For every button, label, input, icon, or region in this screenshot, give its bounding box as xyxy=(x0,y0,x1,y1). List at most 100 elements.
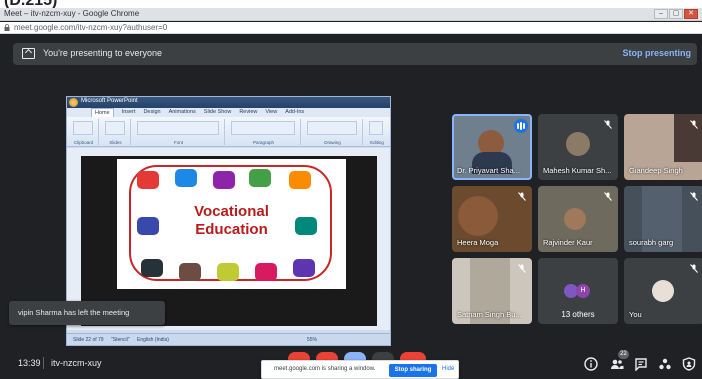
paste-icon xyxy=(73,121,93,135)
top-fragment: (D.215) xyxy=(0,0,702,9)
avatar xyxy=(566,132,590,156)
divider xyxy=(43,357,44,369)
participant-tile[interactable]: Satnam Singh Bu... xyxy=(452,258,532,324)
meet-stage: You're presenting to everyone Stop prese… xyxy=(0,34,702,379)
editing-icon xyxy=(369,121,383,135)
info-icon[interactable] xyxy=(584,357,598,371)
participant-tile[interactable]: Giandeep Singh xyxy=(624,114,702,180)
speaking-indicator-icon xyxy=(514,119,528,133)
ribbon-group-label: Font xyxy=(173,140,183,145)
new-slide-icon xyxy=(105,121,125,135)
avatar xyxy=(652,280,674,302)
tools-clipart-icon xyxy=(289,171,311,189)
video-feed xyxy=(564,208,586,230)
powerpoint-app-title: Microsoft PowerPoint xyxy=(81,98,138,104)
powerpoint-statusbar: Slide 22 of 79 "Stencil" English (India)… xyxy=(67,333,390,345)
film-clipart-icon xyxy=(217,263,239,281)
ribbon-group-label: Drawing xyxy=(324,140,341,145)
window-controls: – ▢ ✕ xyxy=(654,9,698,19)
close-window-button[interactable]: ✕ xyxy=(684,9,698,19)
ribbon-tab-home: Home xyxy=(91,108,114,117)
slide-counter: Slide 22 of 79 xyxy=(73,337,104,343)
printer-clipart-icon xyxy=(179,263,201,281)
ribbon-group-label: Editing xyxy=(370,140,384,145)
lock-icon xyxy=(4,24,10,31)
participant-tile-self[interactable]: You xyxy=(624,258,702,324)
drill-clipart-icon xyxy=(293,259,315,277)
stop-presenting-button[interactable]: Stop presenting xyxy=(622,48,691,58)
ribbon-group-label: Clipboard xyxy=(73,140,94,145)
ribbon-tab-insert: Insert xyxy=(121,109,136,115)
ribbon-tab-animations: Animations xyxy=(168,109,196,115)
office-button-icon xyxy=(69,98,78,107)
participant-tile[interactable]: Mahesh Kumar Sh... xyxy=(538,114,618,180)
meeting-code: itv-nzcm-xuy xyxy=(51,358,102,368)
bottom-bar: 13:39 itv-nzcm-xuy meet.google.com is sh… xyxy=(0,349,702,379)
participant-name: You xyxy=(629,310,642,319)
mic-off-icon xyxy=(518,264,526,273)
chat-icon[interactable] xyxy=(634,357,648,371)
ribbon-tabs: Home Insert Design Animations Slide Show… xyxy=(67,108,390,117)
url-text[interactable]: meet.google.com/itv-nzcm-xuy?authuser=0 xyxy=(14,23,167,32)
participant-tile[interactable]: Heera Moga xyxy=(452,186,532,252)
participants-count-badge: 22 xyxy=(618,350,629,359)
participant-name: Mahesh Kumar Sh... xyxy=(543,166,612,175)
theme-name: "Stencil" xyxy=(111,337,130,343)
shapes-icon xyxy=(307,121,357,135)
stop-sharing-button[interactable]: Stop sharing xyxy=(389,364,437,377)
mic-off-icon xyxy=(690,192,698,201)
participant-tile[interactable]: sourabh garg xyxy=(624,186,702,252)
participant-name: Dr. Priyavart Sha... xyxy=(457,166,520,175)
ribbon-group-label: Slides xyxy=(109,140,122,145)
left-meeting-toast: vipin Sharma has left the meeting xyxy=(9,301,165,325)
ribbon-group-slides: Slides xyxy=(101,119,131,145)
ribbon-toolbar: Clipboard Slides Font Paragraph Drawing xyxy=(67,117,390,147)
people-icon[interactable] xyxy=(610,357,624,371)
ribbon-group-clipboard: Clipboard xyxy=(69,119,99,145)
sharing-message: meet.google.com is sharing a window. xyxy=(274,366,376,372)
presenting-message: You're presenting to everyone xyxy=(43,48,162,58)
participant-name: Rajvinder Kaur xyxy=(543,238,593,247)
participant-name: Giandeep Singh xyxy=(629,166,683,175)
participant-tile[interactable]: Dr. Priyavart Sha... xyxy=(452,114,532,180)
mic-off-icon xyxy=(518,192,526,201)
screen: (D.215) Meet – itv-nzcm-xuy - Google Chr… xyxy=(0,0,702,379)
people-clipart-icon xyxy=(213,171,235,189)
activities-icon[interactable] xyxy=(658,357,672,371)
present-screen-icon xyxy=(22,48,35,59)
slide-title-line2: Education xyxy=(195,221,268,238)
ribbon-group-label: Paragraph xyxy=(252,140,274,145)
ribbon-tab-slideshow: Slide Show xyxy=(203,109,232,115)
ribbon-group-editing: Editing xyxy=(365,119,389,145)
sharing-notification: meet.google.com is sharing a window. Sto… xyxy=(261,360,459,379)
mic-off-icon xyxy=(690,120,698,129)
host-controls-icon[interactable] xyxy=(682,357,696,371)
participant-name: Heera Moga xyxy=(457,238,499,247)
ribbon-tab-design: Design xyxy=(143,109,161,115)
participant-tile-others[interactable]: H 13 others xyxy=(538,258,618,324)
others-count: 13 others xyxy=(561,310,595,319)
ribbon-tab-view: View xyxy=(265,109,278,115)
ribbon-tab-addins: Add-Ins xyxy=(285,109,305,115)
ribbon-group-paragraph: Paragraph xyxy=(227,119,301,145)
address-bar[interactable]: meet.google.com/itv-nzcm-xuy?authuser=0 xyxy=(0,22,702,34)
pencils-clipart-icon xyxy=(175,169,197,187)
toast-message: vipin Sharma has left the meeting xyxy=(18,308,130,317)
minimize-button[interactable]: – xyxy=(654,9,668,19)
video-feed xyxy=(458,196,498,236)
participant-tile[interactable]: Rajvinder Kaur xyxy=(538,186,618,252)
browser-titlebar: Meet – itv-nzcm-xuy - Google Chrome – ▢ … xyxy=(0,8,702,21)
presenting-banner: You're presenting to everyone Stop prese… xyxy=(13,43,697,65)
participant-name: Satnam Singh Bu... xyxy=(457,310,522,319)
mic-off-icon xyxy=(604,192,612,201)
powerpoint-titlebar: Microsoft PowerPoint xyxy=(67,97,390,108)
ribbon-group-drawing: Drawing xyxy=(303,119,363,145)
participant-name: sourabh garg xyxy=(629,238,674,247)
slide-title-line1: Vocational xyxy=(194,203,269,220)
hide-button[interactable]: Hide xyxy=(442,366,454,372)
ribbon-group-font: Font xyxy=(133,119,225,145)
paragraph-controls xyxy=(231,121,295,135)
avatar: H xyxy=(576,284,590,298)
maximize-button[interactable]: ▢ xyxy=(669,9,683,19)
painting-clipart-icon xyxy=(255,263,277,281)
